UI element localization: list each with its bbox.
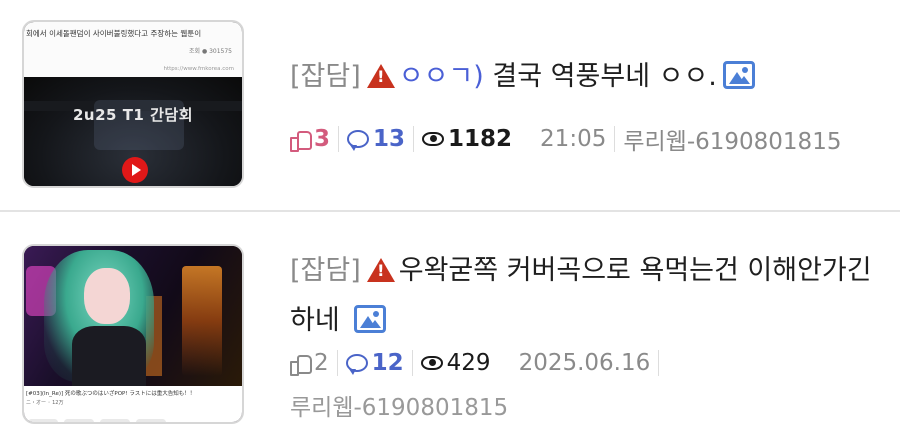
- comment-count: 12: [371, 350, 404, 376]
- post-item[interactable]: 회에서 이세돌팬덤이 사이버불링했다고 주장하는 웹툰이 조회 ● 301575…: [0, 0, 900, 211]
- image-icon: [354, 305, 387, 333]
- comment-icon: [347, 130, 370, 151]
- post-thumbnail[interactable]: 회에서 이세돌팬덤이 사이버불링했다고 주장하는 웹툰이 조회 ● 301575…: [22, 20, 244, 188]
- like-count: 3: [314, 126, 331, 152]
- post-time: 21:05: [540, 126, 607, 152]
- divider: [658, 350, 660, 376]
- thumbnail-url: https://www.fmkorea.com: [163, 66, 235, 72]
- view-icon: [420, 356, 443, 370]
- divider: [411, 350, 413, 376]
- like-count: 2: [314, 350, 329, 376]
- comment-icon: [345, 354, 368, 375]
- thumbnail-meta: 조회 ● 301575: [189, 48, 232, 55]
- divider: [614, 126, 616, 152]
- like-icon: [290, 353, 312, 376]
- thumbnail-video-frame: [24, 246, 242, 386]
- post-category: [잡담]: [290, 255, 361, 286]
- play-icon[interactable]: [122, 157, 148, 183]
- post-time: 2025.06.16: [518, 350, 651, 376]
- thumbnail-headline: 회에서 이세돌팬덤이 사이버불링했다고 주장하는 웹툰이: [26, 29, 202, 38]
- thumbnail-caption: [#03](In_Re)] 死の歌ぶつのはいざPOP! ラストには重大告知も！！: [26, 391, 196, 397]
- warning-icon: [366, 64, 395, 88]
- warning-icon: [366, 258, 395, 282]
- view-icon: [422, 132, 445, 146]
- comment-count: 13: [373, 126, 406, 152]
- title-text: 결국 역풍부네 ㅇㅇ.: [492, 61, 717, 92]
- post-meta: 3 13 1182 21:05 루리웹-6190801815: [290, 122, 841, 156]
- post-meta: 2 12 429 2025.06.16: [290, 350, 667, 376]
- view-count: 1182: [448, 126, 513, 152]
- image-icon: [722, 61, 755, 89]
- thumbnail-page-header: 회에서 이세돌팬덤이 사이버불링했다고 주장하는 웹툰이 조회 ● 301575…: [24, 22, 242, 77]
- post-title[interactable]: [잡담]우왁굳쪽 커버곡으로 욕먹는건 이해안가긴하네: [290, 246, 890, 346]
- post-thumbnail[interactable]: [#03](In_Re)] 死の歌ぶつのはいざPOP! ラストには重大告知も！！…: [22, 244, 244, 424]
- view-count: 429: [446, 350, 491, 376]
- divider: [338, 126, 340, 152]
- post-author[interactable]: 루리웹-6190801815: [623, 122, 841, 156]
- post-category: [잡담]: [290, 61, 361, 92]
- thumbnail-video-title: 2u25 T1 간담회: [72, 106, 193, 124]
- divider: [413, 126, 415, 152]
- thumbnail-channel: ニ・オー ◦ 12万: [26, 400, 64, 406]
- thumbnail-action-pills: [28, 411, 228, 422]
- post-title[interactable]: [잡담] ㅇㅇㄱ) 결국 역풍부네 ㅇㅇ.: [290, 52, 755, 102]
- like-icon: [290, 129, 312, 152]
- post-author[interactable]: 루리웹-6190801815: [290, 388, 508, 422]
- post-item[interactable]: [#03](In_Re)] 死の歌ぶつのはいざPOP! ラストには重大告知も！！…: [0, 212, 900, 441]
- title-prefix: ㅇㅇㄱ): [398, 61, 484, 92]
- divider: [336, 350, 338, 376]
